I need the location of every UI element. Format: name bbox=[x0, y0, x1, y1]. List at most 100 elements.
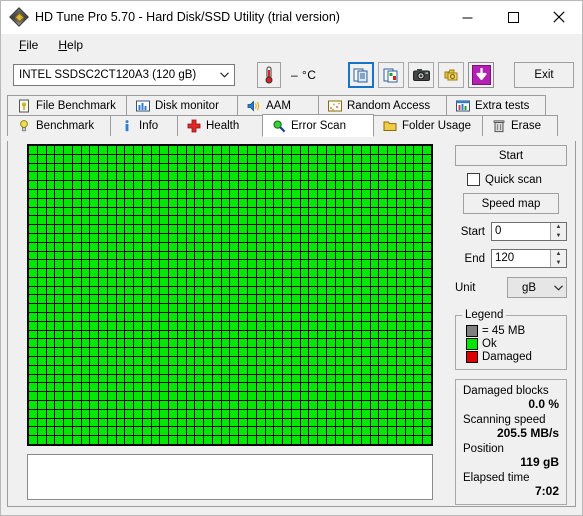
scan-map-cell bbox=[326, 269, 335, 277]
scan-map-cell bbox=[335, 242, 344, 251]
scan-map-cell bbox=[46, 286, 55, 295]
scan-map-cell bbox=[396, 348, 405, 357]
minimize-icon[interactable] bbox=[444, 1, 490, 33]
start-stepper-down-icon[interactable]: ▼ bbox=[551, 232, 566, 241]
tab-benchmark[interactable]: Benchmark bbox=[7, 115, 111, 136]
scan-map-cell bbox=[90, 242, 99, 251]
scan-map-cell bbox=[326, 348, 335, 357]
tab-file-benchmark[interactable]: File Benchmark bbox=[7, 95, 127, 115]
scan-map-cell bbox=[221, 207, 230, 216]
drive-select[interactable]: INTEL SSDSC2CT120A3 (120 gB) bbox=[13, 64, 235, 86]
scan-map-cell bbox=[396, 154, 405, 163]
scan-map-cell bbox=[81, 216, 90, 225]
error-scan-magnifier-icon bbox=[273, 119, 286, 132]
exit-button[interactable]: Exit bbox=[514, 62, 574, 88]
scan-map-cell bbox=[370, 251, 379, 260]
unit-select[interactable]: gB bbox=[507, 277, 567, 298]
tab-info[interactable]: Info bbox=[110, 115, 178, 136]
start-button[interactable]: Start bbox=[455, 145, 567, 166]
copy-icon[interactable] bbox=[348, 62, 375, 88]
scan-map-cell bbox=[134, 189, 142, 198]
tab-erase[interactable]: Erase bbox=[482, 115, 558, 136]
maximize-icon[interactable] bbox=[490, 1, 536, 33]
scan-map-cell bbox=[142, 198, 151, 207]
scan-map-cell bbox=[361, 436, 370, 444]
tab-disk-monitor[interactable]: Disk monitor bbox=[126, 95, 238, 115]
tab-aam[interactable]: AAM bbox=[237, 95, 319, 115]
scan-map-cell bbox=[396, 172, 405, 181]
menu-file[interactable]: File bbox=[9, 36, 48, 54]
start-stepper-up-icon[interactable]: ▲ bbox=[551, 223, 566, 232]
scan-map-cell bbox=[414, 427, 423, 436]
scan-map-cell bbox=[335, 383, 344, 392]
scan-map-cell bbox=[81, 146, 90, 154]
end-stepper-arrows[interactable]: ▲ ▼ bbox=[550, 250, 566, 267]
save-download-icon[interactable] bbox=[468, 62, 495, 88]
scan-map-cell bbox=[169, 409, 177, 418]
scan-map-grid[interactable] bbox=[27, 144, 433, 446]
scan-map-cell bbox=[37, 365, 46, 374]
scan-map-cell bbox=[256, 295, 265, 304]
end-stepper-down-icon[interactable]: ▼ bbox=[551, 259, 566, 268]
scan-map-cell bbox=[274, 163, 283, 172]
scan-map-cell bbox=[29, 348, 37, 357]
scan-map-cell bbox=[230, 401, 239, 409]
quick-scan-row[interactable]: Quick scan bbox=[467, 173, 567, 186]
scan-map-cell bbox=[344, 383, 353, 392]
scan-map-cell bbox=[55, 251, 64, 260]
tab-health[interactable]: Health bbox=[177, 115, 263, 136]
copy-image-icon[interactable] bbox=[378, 62, 405, 88]
quick-scan-checkbox[interactable] bbox=[467, 173, 480, 186]
scan-map-cell bbox=[318, 277, 326, 286]
menu-help[interactable]: Help bbox=[48, 36, 93, 54]
scan-map-cell bbox=[274, 181, 283, 189]
scan-map-cell bbox=[29, 216, 37, 225]
tab-folder-usage[interactable]: Folder Usage bbox=[373, 115, 483, 136]
close-icon[interactable] bbox=[536, 1, 582, 33]
scan-map-cell bbox=[72, 348, 81, 357]
speed-map-button[interactable]: Speed map bbox=[463, 193, 559, 214]
scan-map-cell bbox=[256, 401, 265, 409]
start-input[interactable]: 0 bbox=[492, 223, 550, 240]
tab-random-access[interactable]: Random Access bbox=[318, 95, 447, 115]
scan-map-cell bbox=[414, 172, 423, 181]
scan-map-cell bbox=[379, 269, 388, 277]
scan-map-cell bbox=[291, 348, 300, 357]
scan-map-cell bbox=[335, 374, 344, 383]
scan-map-cell bbox=[300, 154, 309, 163]
start-stepper-arrows[interactable]: ▲ ▼ bbox=[550, 223, 566, 240]
scan-map-cell bbox=[134, 225, 142, 233]
tab-error-scan[interactable]: Error Scan bbox=[262, 114, 374, 137]
scan-map-cell bbox=[99, 401, 107, 409]
scan-map-cell bbox=[248, 181, 256, 189]
tab-extra-tests[interactable]: Extra tests bbox=[446, 95, 546, 115]
scan-map-cell bbox=[353, 260, 361, 269]
end-stepper-up-icon[interactable]: ▲ bbox=[551, 250, 566, 259]
end-input[interactable]: 120 bbox=[492, 250, 550, 267]
scan-map-cell bbox=[142, 181, 151, 189]
scan-map-cell bbox=[151, 233, 160, 242]
scan-map-cell bbox=[37, 392, 46, 401]
scan-map-cell bbox=[90, 295, 99, 304]
thermometer-icon[interactable] bbox=[257, 62, 281, 88]
scan-map-cell bbox=[318, 233, 326, 242]
scan-map-cell bbox=[177, 357, 186, 365]
scan-map-cell bbox=[423, 383, 431, 392]
screenshot-camera-icon[interactable] bbox=[408, 62, 435, 88]
scan-map-cell bbox=[134, 233, 142, 242]
start-stepper[interactable]: 0 ▲ ▼ bbox=[491, 222, 567, 241]
scan-map-cell bbox=[169, 401, 177, 409]
scan-map-cell bbox=[142, 269, 151, 277]
scan-map-cell bbox=[379, 365, 388, 374]
folder-compare-icon[interactable] bbox=[438, 62, 465, 88]
end-stepper[interactable]: 120 ▲ ▼ bbox=[491, 249, 567, 268]
scan-map-cell bbox=[204, 295, 212, 304]
scan-map-cell bbox=[326, 321, 335, 330]
scan-map-cell bbox=[64, 348, 72, 357]
scan-map-cell bbox=[256, 260, 265, 269]
scan-map-cell bbox=[169, 260, 177, 269]
scan-map-cell bbox=[248, 427, 256, 436]
scan-map-cell bbox=[37, 154, 46, 163]
scan-map-cell bbox=[134, 374, 142, 383]
scan-map-cell bbox=[265, 154, 274, 163]
